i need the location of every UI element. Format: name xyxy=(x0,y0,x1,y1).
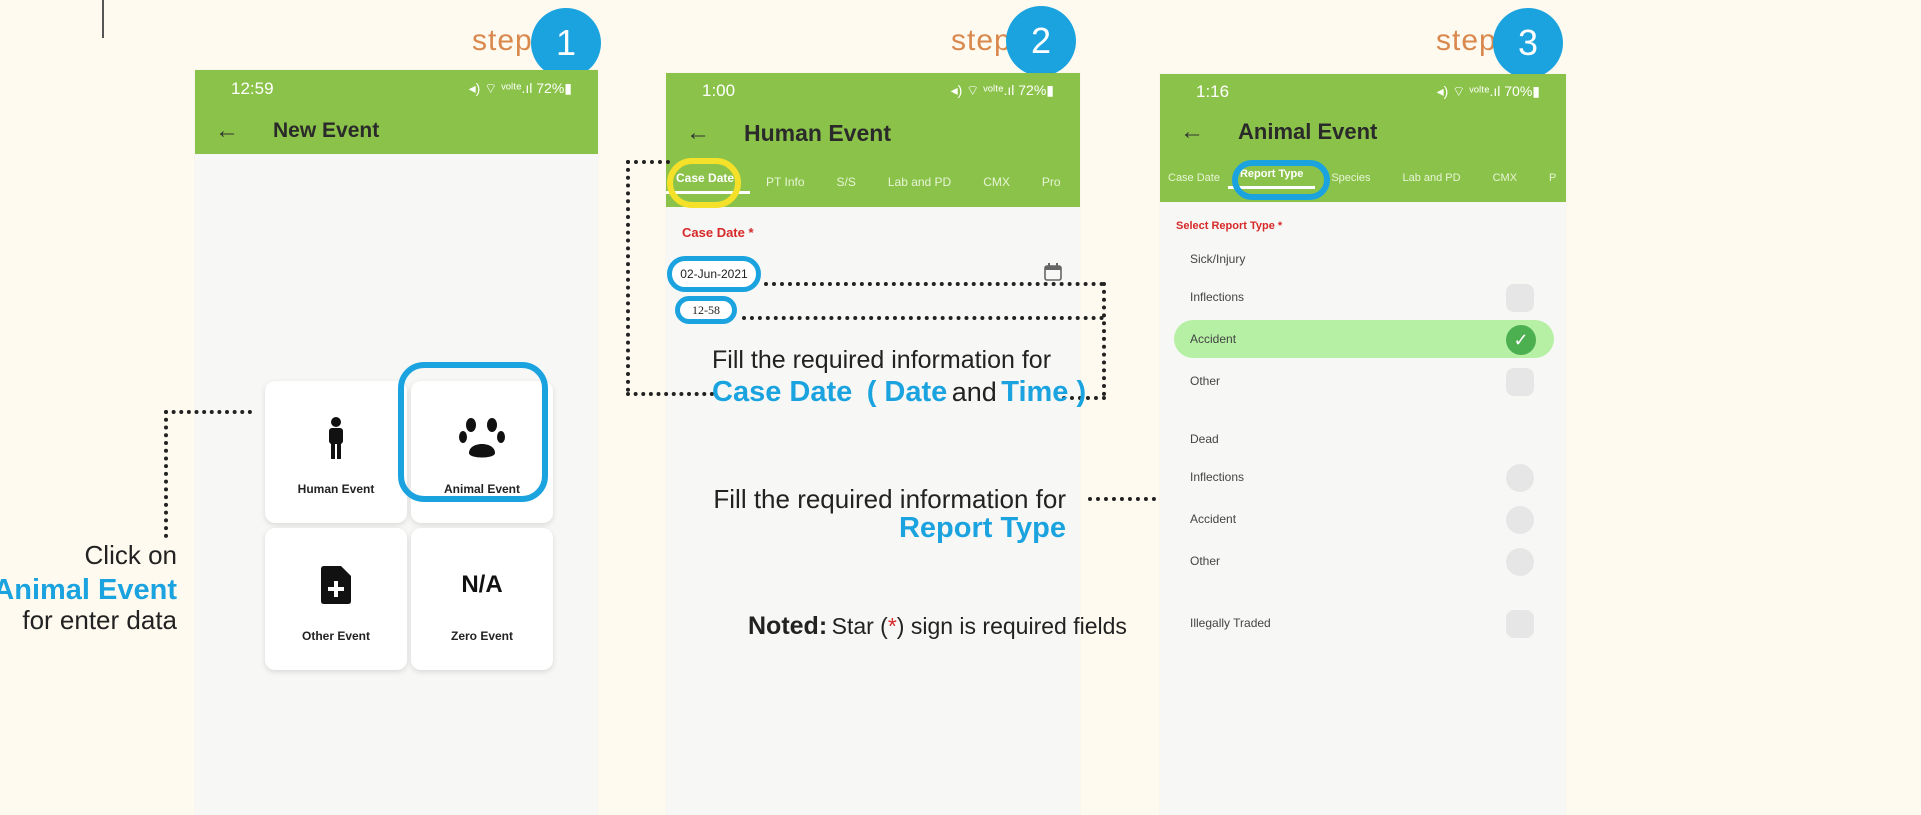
step-1-badge: 1 xyxy=(531,8,601,78)
date-callout-label: ( Date xyxy=(866,376,948,408)
case-date-tab-highlight xyxy=(667,158,741,208)
phone-animal-event: 1:16 ◂) ⌔ ᵛᵒˡᵗᵉ.ıl 70%▮ ← Animal Event C… xyxy=(1160,74,1566,815)
case-date-callout: Case Date ( Date and Time ) xyxy=(712,376,1086,409)
check-circle-icon[interactable]: ✓ xyxy=(1506,325,1536,355)
status-time: 1:00 xyxy=(702,81,736,100)
page-title: Animal Event xyxy=(1238,119,1378,144)
list-item-illegally-traded[interactable]: Illegally Traded xyxy=(1190,616,1271,630)
radio-icon[interactable] xyxy=(1506,506,1534,534)
time-input[interactable]: 12-58 xyxy=(675,296,737,324)
time-callout-label: Time ) xyxy=(1001,376,1087,408)
list-item-inflections[interactable]: Inflections xyxy=(1190,290,1244,304)
animal-event-callout: Animal Event xyxy=(0,574,177,606)
noted-line: Noted: Star (*) sign is required fields xyxy=(748,612,1127,641)
connector-step2-left-top xyxy=(626,160,670,164)
status-time: 12:59 xyxy=(231,79,274,98)
left-divider xyxy=(102,0,104,38)
noted-label: Noted: xyxy=(748,612,828,640)
status-icons: ◂) ⌔ ᵛᵒˡᵗᵉ.ıl 72%▮ xyxy=(468,80,572,96)
list-item-accident-dead[interactable]: Accident xyxy=(1190,512,1236,526)
connector-time-h xyxy=(742,316,1104,320)
tab-case-date[interactable]: Case Date xyxy=(1160,172,1228,184)
tab-ss[interactable]: S/S xyxy=(821,175,872,189)
fill-required-text-2: Fill the required information for xyxy=(713,484,1066,514)
step-3-word: step xyxy=(1436,24,1497,57)
app-bar: ← Human Event xyxy=(666,109,1080,157)
list-item-accident[interactable]: Accident xyxy=(1190,332,1236,346)
case-date-callout-label: Case Date xyxy=(712,376,853,408)
tab-bar: Case Date Report Type Species Lab and PD… xyxy=(1160,154,1566,202)
page-title: Human Event xyxy=(744,119,891,146)
status-bar: 1:00 ◂) ⌔ ᵛᵒˡᵗᵉ.ıl 72%▮ xyxy=(666,73,1080,109)
report-type-tab-highlight xyxy=(1232,160,1330,200)
zero-event-tile[interactable]: N/A Zero Event xyxy=(411,528,553,670)
tab-pro[interactable]: Pro xyxy=(1026,175,1077,189)
fill-required-text-1: Fill the required information for xyxy=(712,346,1052,374)
list-item-other-dead[interactable]: Other xyxy=(1190,554,1220,568)
connector-step1-h xyxy=(164,410,252,414)
report-type-callout: Report Type xyxy=(898,512,1066,544)
tab-cmx[interactable]: CMX xyxy=(1477,172,1533,184)
step-2-badge: 2 xyxy=(1006,6,1076,76)
connector-step2-left-bottom xyxy=(626,392,714,396)
connector-step1-v xyxy=(164,410,168,538)
report-type-label: Select Report Type * xyxy=(1176,220,1283,232)
noted-text-b: ) sign is required fields xyxy=(896,613,1127,639)
na-icon: N/A xyxy=(461,571,503,598)
animal-event-highlight xyxy=(398,362,548,502)
checkbox-icon[interactable] xyxy=(1506,284,1534,312)
status-bar: 12:59 ◂) ⌔ ᵛᵒˡᵗᵉ.ıl 72%▮ xyxy=(195,70,598,108)
and-text: and xyxy=(951,377,997,407)
radio-icon[interactable] xyxy=(1506,464,1534,492)
date-input[interactable]: 02-Jun-2021 xyxy=(667,256,761,292)
tab-lab-and-pd[interactable]: Lab and PD xyxy=(872,175,967,189)
status-time: 1:16 xyxy=(1196,82,1230,101)
app-bar: ← New Event xyxy=(195,108,598,154)
add-file-icon xyxy=(321,555,351,615)
back-arrow-icon[interactable]: ← xyxy=(215,117,273,145)
page-title: New Event xyxy=(273,119,380,142)
radio-icon[interactable] xyxy=(1506,548,1534,576)
back-arrow-icon[interactable]: ← xyxy=(686,119,744,147)
tile-label: Human Event xyxy=(297,482,375,496)
app-bar: ← Animal Event xyxy=(1160,110,1566,154)
required-star: * xyxy=(887,613,897,639)
case-date-label: Case Date * xyxy=(682,225,754,240)
list-item-sick-injury[interactable]: Sick/Injury xyxy=(1190,252,1245,266)
tab-p[interactable]: P xyxy=(1533,172,1566,184)
step-1-word: step xyxy=(472,24,533,57)
checkbox-icon[interactable] xyxy=(1506,610,1534,638)
tab-pt-info[interactable]: PT Info xyxy=(750,175,820,189)
step-2-word: step xyxy=(951,24,1012,57)
noted-text-a: Star ( xyxy=(831,613,888,639)
back-arrow-icon[interactable]: ← xyxy=(1180,118,1238,146)
status-icons: ◂) ⌔ ᵛᵒˡᵗᵉ.ıl 70%▮ xyxy=(1436,83,1540,99)
step-3-badge: 3 xyxy=(1493,8,1563,78)
list-item-other[interactable]: Other xyxy=(1190,374,1220,388)
human-event-tile[interactable]: Human Event xyxy=(265,381,407,523)
tile-label: Zero Event xyxy=(450,629,513,643)
list-item-inflections-dead[interactable]: Inflections xyxy=(1190,470,1244,484)
other-event-tile[interactable]: Other Event xyxy=(265,528,407,670)
click-on-text: Click on xyxy=(84,540,177,570)
person-icon xyxy=(325,408,347,468)
connector-step2-left-v xyxy=(626,160,630,392)
tile-label: Other Event xyxy=(301,629,370,643)
status-icons: ◂) ⌔ ᵛᵒˡᵗᵉ.ıl 72%▮ xyxy=(950,82,1054,98)
status-bar: 1:16 ◂) ⌔ ᵛᵒˡᵗᵉ.ıl 70%▮ xyxy=(1160,74,1566,110)
list-item-dead[interactable]: Dead xyxy=(1190,432,1219,446)
tab-cmx[interactable]: CMX xyxy=(967,175,1026,189)
tab-lab-and-pd[interactable]: Lab and PD xyxy=(1386,172,1476,184)
connector-step2-right-v xyxy=(1102,282,1106,396)
for-enter-data-text: for enter data xyxy=(22,605,177,635)
connector-date-h xyxy=(764,282,1104,286)
checkbox-icon[interactable] xyxy=(1506,368,1534,396)
